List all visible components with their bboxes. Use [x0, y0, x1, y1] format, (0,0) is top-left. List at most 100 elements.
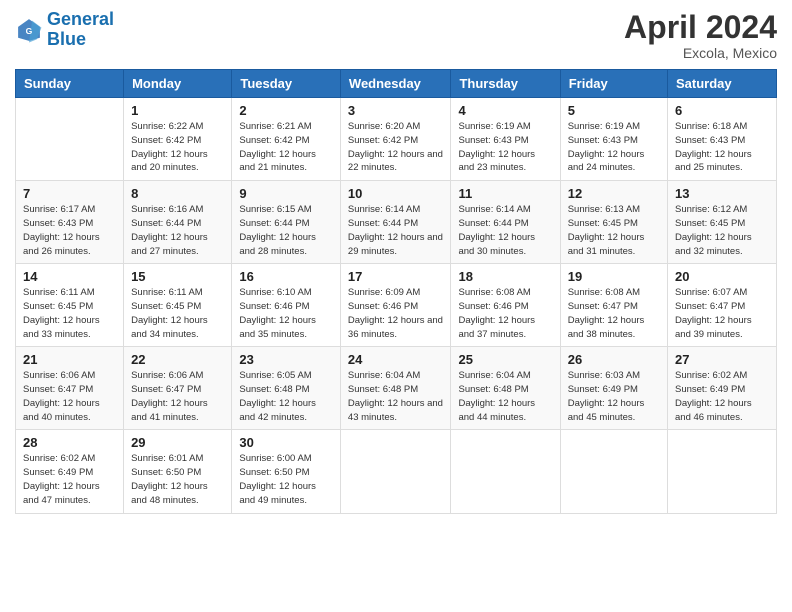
calendar-cell: 26Sunrise: 6:03 AM Sunset: 6:49 PM Dayli…: [560, 347, 667, 430]
day-info: Sunrise: 6:19 AM Sunset: 6:43 PM Dayligh…: [458, 120, 552, 175]
calendar-cell: 7 Sunrise: 6:17 AM Sunset: 6:43 PM Daylig…: [16, 181, 124, 264]
day-number: 10: [348, 186, 444, 201]
day-info: Sunrise: 6:14 AM Sunset: 6:44 PM Dayligh…: [458, 203, 552, 258]
calendar-cell: 14 Sunrise: 6:11 AM Sunset: 6:45 PM Dayli…: [16, 264, 124, 347]
calendar-cell: 28 Sunrise: 6:02 AM Sunset: 6:49 PM Dayli…: [16, 430, 124, 513]
day-number: 29: [131, 435, 224, 450]
calendar-cell: [16, 98, 124, 181]
day-number: 27: [675, 352, 769, 367]
day-info: Sunrise: 6:08 AM Sunset: 6:47 PM Dayligh…: [568, 286, 660, 341]
calendar-cell: 29 Sunrise: 6:01 AM Sunset: 6:50 PM Dayli…: [124, 430, 232, 513]
day-info: Sunrise: 6:04 AM Sunset: 6:48 PM Dayligh…: [458, 369, 552, 424]
day-info: Sunrise: 6:20 AM Sunset: 6:42 PM Dayligh…: [348, 120, 444, 175]
day-number: 14: [23, 269, 116, 284]
calendar-cell: 30 Sunrise: 6:00 AM Sunset: 6:50 PM Dayli…: [232, 430, 341, 513]
day-info: Sunrise: 6:17 AM Sunset: 6:43 PM Dayligh…: [23, 203, 116, 258]
day-info: Sunrise: 6:12 AM Sunset: 6:45 PM Dayligh…: [675, 203, 769, 258]
calendar-week-row: 21 Sunrise: 6:06 AM Sunset: 6:47 PM Dayli…: [16, 347, 777, 430]
title-block: April 2024 Excola, Mexico: [624, 10, 777, 61]
day-number: 23: [239, 352, 333, 367]
day-info: Sunrise: 6:08 AM Sunset: 6:46 PM Dayligh…: [458, 286, 552, 341]
day-info: Sunrise: 6:13 AM Sunset: 6:45 PM Dayligh…: [568, 203, 660, 258]
day-info: Sunrise: 6:05 AM Sunset: 6:48 PM Dayligh…: [239, 369, 333, 424]
day-number: 7: [23, 186, 116, 201]
calendar-cell: 25 Sunrise: 6:04 AM Sunset: 6:48 PM Dayli…: [451, 347, 560, 430]
calendar-cell: 22Sunrise: 6:06 AM Sunset: 6:47 PM Dayli…: [124, 347, 232, 430]
day-number: 11: [458, 186, 552, 201]
calendar-cell: 23 Sunrise: 6:05 AM Sunset: 6:48 PM Dayli…: [232, 347, 341, 430]
logo-icon: G: [15, 16, 43, 44]
day-info: Sunrise: 6:02 AM Sunset: 6:49 PM Dayligh…: [675, 369, 769, 424]
calendar-header-monday: Monday: [124, 70, 232, 98]
day-number: 12: [568, 186, 660, 201]
day-info: Sunrise: 6:01 AM Sunset: 6:50 PM Dayligh…: [131, 452, 224, 507]
calendar-cell: 18 Sunrise: 6:08 AM Sunset: 6:46 PM Dayli…: [451, 264, 560, 347]
calendar-cell: [668, 430, 777, 513]
calendar-cell: 11 Sunrise: 6:14 AM Sunset: 6:44 PM Dayli…: [451, 181, 560, 264]
day-number: 18: [458, 269, 552, 284]
calendar-header-saturday: Saturday: [668, 70, 777, 98]
day-info: Sunrise: 6:11 AM Sunset: 6:45 PM Dayligh…: [23, 286, 116, 341]
calendar-header-sunday: Sunday: [16, 70, 124, 98]
calendar-cell: 21Sunrise: 6:06 AM Sunset: 6:47 PM Dayli…: [16, 347, 124, 430]
calendar-cell: [560, 430, 667, 513]
calendar-cell: 1Sunrise: 6:22 AM Sunset: 6:42 PM Daylig…: [124, 98, 232, 181]
day-number: 2: [239, 103, 333, 118]
logo-line1: General: [47, 9, 114, 29]
day-info: Sunrise: 6:09 AM Sunset: 6:46 PM Dayligh…: [348, 286, 444, 341]
day-number: 30: [239, 435, 333, 450]
day-number: 21: [23, 352, 116, 367]
logo-line2: Blue: [47, 29, 86, 49]
calendar-week-row: 28 Sunrise: 6:02 AM Sunset: 6:49 PM Dayli…: [16, 430, 777, 513]
subtitle: Excola, Mexico: [624, 45, 777, 61]
calendar-cell: 8Sunrise: 6:16 AM Sunset: 6:44 PM Daylig…: [124, 181, 232, 264]
day-info: Sunrise: 6:22 AM Sunset: 6:42 PM Dayligh…: [131, 120, 224, 175]
calendar-cell: 16Sunrise: 6:10 AM Sunset: 6:46 PM Dayli…: [232, 264, 341, 347]
calendar-header-row: SundayMondayTuesdayWednesdayThursdayFrid…: [16, 70, 777, 98]
calendar-cell: 13 Sunrise: 6:12 AM Sunset: 6:45 PM Dayli…: [668, 181, 777, 264]
day-info: Sunrise: 6:14 AM Sunset: 6:44 PM Dayligh…: [348, 203, 444, 258]
calendar-cell: 4Sunrise: 6:19 AM Sunset: 6:43 PM Daylig…: [451, 98, 560, 181]
calendar-cell: [340, 430, 451, 513]
calendar-cell: 27 Sunrise: 6:02 AM Sunset: 6:49 PM Dayli…: [668, 347, 777, 430]
calendar-cell: 17 Sunrise: 6:09 AM Sunset: 6:46 PM Dayli…: [340, 264, 451, 347]
calendar-table: SundayMondayTuesdayWednesdayThursdayFrid…: [15, 69, 777, 513]
calendar-cell: 19 Sunrise: 6:08 AM Sunset: 6:47 PM Dayli…: [560, 264, 667, 347]
day-number: 19: [568, 269, 660, 284]
day-info: Sunrise: 6:21 AM Sunset: 6:42 PM Dayligh…: [239, 120, 333, 175]
day-info: Sunrise: 6:04 AM Sunset: 6:48 PM Dayligh…: [348, 369, 444, 424]
svg-text:G: G: [26, 26, 33, 36]
calendar-header-friday: Friday: [560, 70, 667, 98]
logo: G General Blue: [15, 10, 114, 50]
calendar-week-row: 14 Sunrise: 6:11 AM Sunset: 6:45 PM Dayli…: [16, 264, 777, 347]
day-number: 24: [348, 352, 444, 367]
day-info: Sunrise: 6:06 AM Sunset: 6:47 PM Dayligh…: [131, 369, 224, 424]
logo-text: General Blue: [47, 10, 114, 50]
calendar-cell: 24 Sunrise: 6:04 AM Sunset: 6:48 PM Dayli…: [340, 347, 451, 430]
day-info: Sunrise: 6:03 AM Sunset: 6:49 PM Dayligh…: [568, 369, 660, 424]
day-info: Sunrise: 6:19 AM Sunset: 6:43 PM Dayligh…: [568, 120, 660, 175]
day-info: Sunrise: 6:11 AM Sunset: 6:45 PM Dayligh…: [131, 286, 224, 341]
day-number: 16: [239, 269, 333, 284]
day-info: Sunrise: 6:18 AM Sunset: 6:43 PM Dayligh…: [675, 120, 769, 175]
calendar-cell: 5Sunrise: 6:19 AM Sunset: 6:43 PM Daylig…: [560, 98, 667, 181]
calendar-cell: 9Sunrise: 6:15 AM Sunset: 6:44 PM Daylig…: [232, 181, 341, 264]
day-number: 20: [675, 269, 769, 284]
calendar-header-tuesday: Tuesday: [232, 70, 341, 98]
calendar-cell: 15Sunrise: 6:11 AM Sunset: 6:45 PM Dayli…: [124, 264, 232, 347]
day-info: Sunrise: 6:07 AM Sunset: 6:47 PM Dayligh…: [675, 286, 769, 341]
day-number: 17: [348, 269, 444, 284]
day-number: 25: [458, 352, 552, 367]
calendar-header-wednesday: Wednesday: [340, 70, 451, 98]
day-number: 28: [23, 435, 116, 450]
day-number: 6: [675, 103, 769, 118]
calendar-cell: 20 Sunrise: 6:07 AM Sunset: 6:47 PM Dayli…: [668, 264, 777, 347]
calendar-cell: [451, 430, 560, 513]
header: G General Blue April 2024 Excola, Mexico: [15, 10, 777, 61]
day-info: Sunrise: 6:00 AM Sunset: 6:50 PM Dayligh…: [239, 452, 333, 507]
main-title: April 2024: [624, 10, 777, 45]
calendar-cell: 12 Sunrise: 6:13 AM Sunset: 6:45 PM Dayli…: [560, 181, 667, 264]
day-info: Sunrise: 6:15 AM Sunset: 6:44 PM Dayligh…: [239, 203, 333, 258]
day-number: 13: [675, 186, 769, 201]
day-info: Sunrise: 6:02 AM Sunset: 6:49 PM Dayligh…: [23, 452, 116, 507]
